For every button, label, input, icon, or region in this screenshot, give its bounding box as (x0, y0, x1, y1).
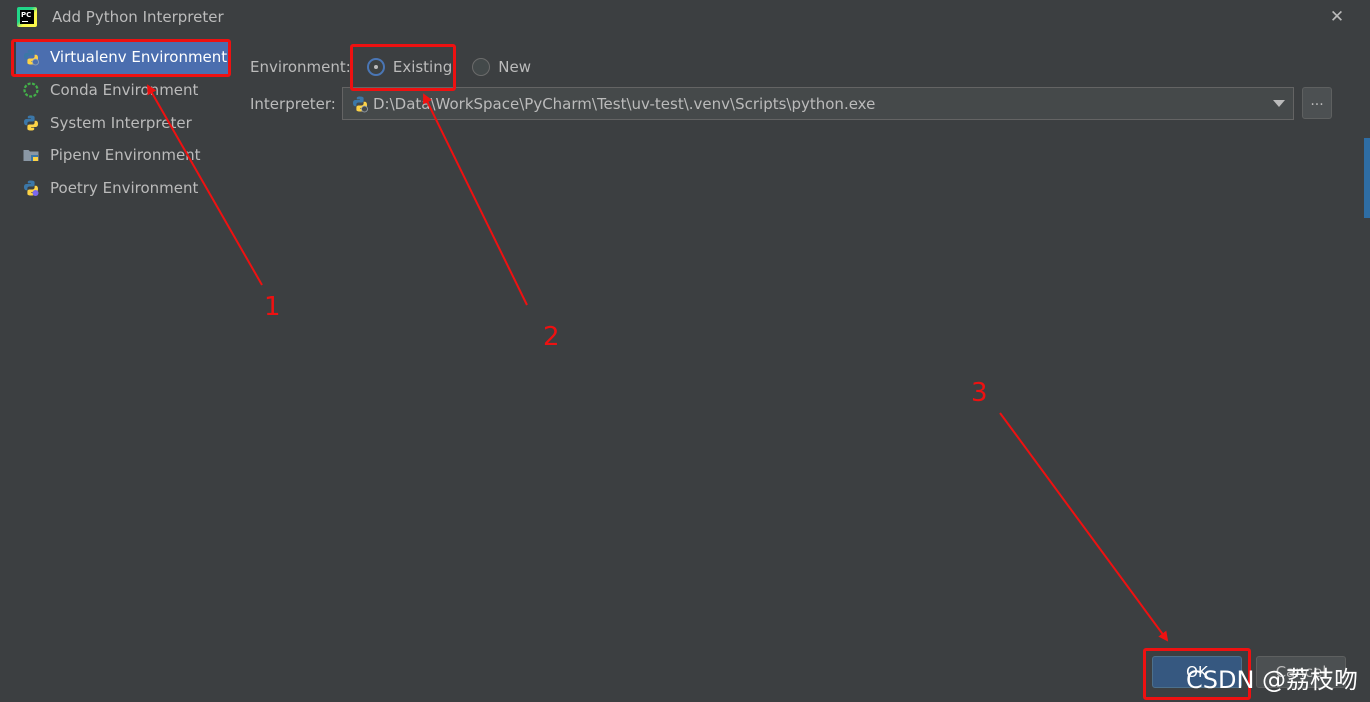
sidebar-item-label: Virtualenv Environment (50, 48, 228, 66)
sidebar-item-pipenv[interactable]: Pipenv Environment (12, 139, 232, 172)
interpreter-type-list: Virtualenv Environment Conda Environment… (12, 40, 232, 204)
radio-existing[interactable]: Existing (366, 58, 453, 76)
close-icon[interactable]: ✕ (1326, 6, 1348, 28)
annotation-step-2: 2 (543, 322, 560, 352)
environment-row: Environment: Existing New (250, 52, 551, 82)
radio-unchecked-icon (472, 58, 491, 76)
scrollbar[interactable] (1364, 138, 1370, 218)
sidebar-item-poetry[interactable]: Poetry Environment (12, 172, 232, 205)
sidebar-item-label: Pipenv Environment (50, 146, 201, 165)
python-venv-icon (353, 96, 368, 112)
sidebar-item-label: Conda Environment (50, 81, 199, 100)
annotation-step-1: 1 (264, 292, 281, 322)
annotation-step-3: 3 (971, 378, 988, 408)
python-icon (24, 115, 38, 131)
radio-checked-icon (366, 58, 385, 76)
window-title: Add Python Interpreter (52, 8, 224, 26)
interpreter-row: Interpreter: (250, 87, 344, 121)
add-python-interpreter-dialog: PC Add Python Interpreter ✕ Virtualenv E… (0, 0, 1370, 702)
radio-existing-label: Existing (392, 58, 453, 76)
sidebar-item-virtualenv[interactable]: Virtualenv Environment (16, 40, 228, 74)
sidebar-item-label: System Interpreter (50, 113, 192, 132)
pycharm-logo-icon: PC (17, 7, 37, 27)
poetry-icon (24, 180, 39, 196)
sidebar-item-system-interpreter[interactable]: System Interpreter (12, 107, 232, 140)
arrow-3 (999, 412, 1169, 642)
conda-icon (23, 82, 39, 98)
sidebar-item-label: Poetry Environment (50, 178, 199, 197)
cancel-button[interactable]: Cancel (1256, 656, 1346, 688)
interpreter-combobox[interactable]: D:\Data\WorkSpace\PyCharm\Test\uv-test\.… (342, 87, 1294, 120)
title-bar: PC Add Python Interpreter ✕ (0, 0, 1370, 34)
radio-new[interactable]: New (472, 58, 531, 76)
environment-label: Environment: (250, 58, 351, 76)
chevron-down-icon[interactable] (1273, 100, 1285, 107)
arrow-2 (423, 93, 528, 306)
python-venv-icon (24, 49, 39, 66)
browse-button[interactable]: ... (1302, 87, 1332, 119)
ok-button[interactable]: OK (1152, 656, 1242, 688)
interpreter-label: Interpreter: (250, 95, 336, 113)
radio-new-label: New (498, 58, 531, 76)
interpreter-path: D:\Data\WorkSpace\PyCharm\Test\uv-test\.… (373, 94, 876, 113)
pipenv-icon (23, 150, 39, 162)
sidebar-item-conda[interactable]: Conda Environment (12, 74, 232, 107)
